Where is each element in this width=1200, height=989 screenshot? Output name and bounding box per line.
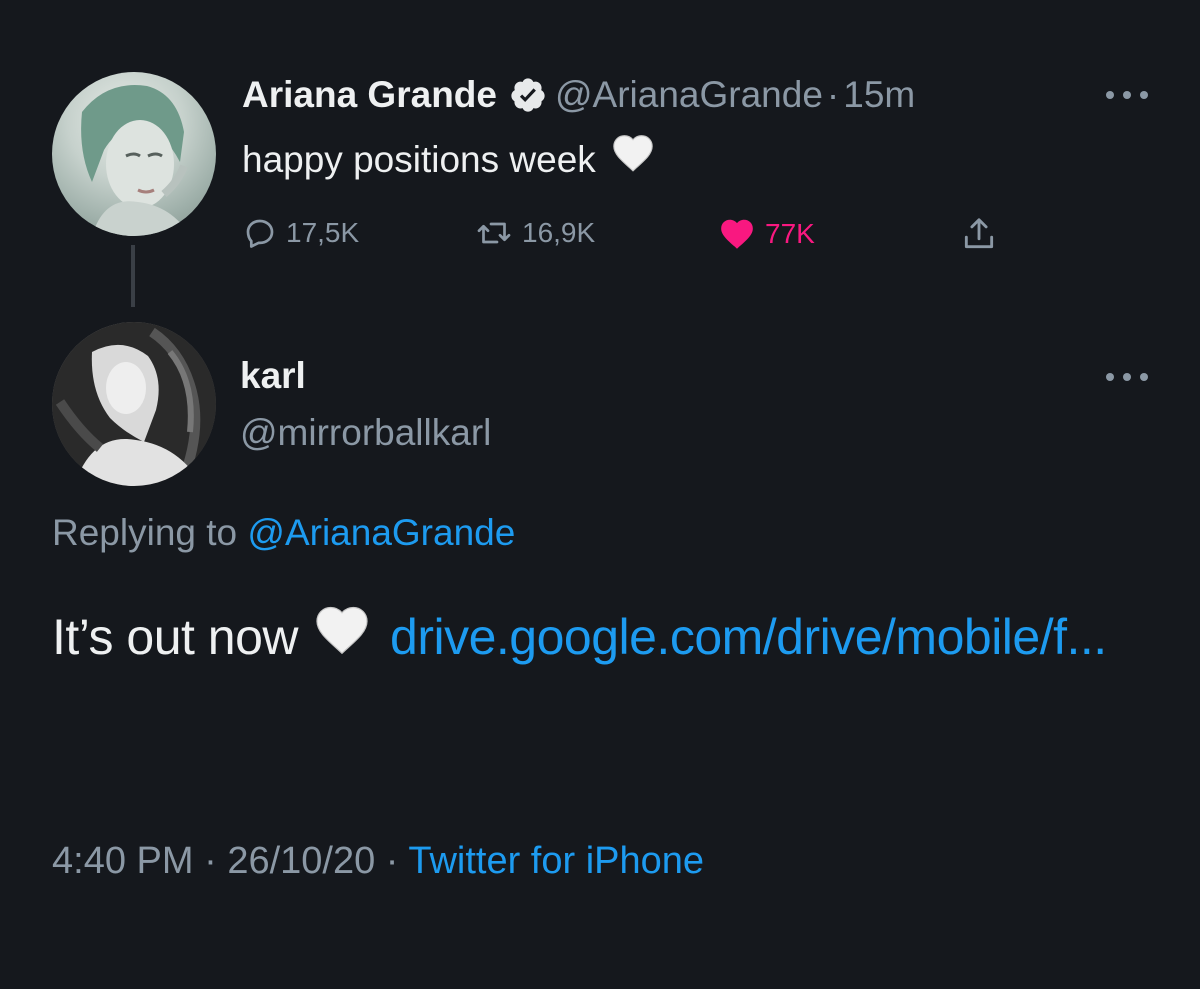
tweet-time[interactable]: 15m [843, 72, 915, 118]
like-action[interactable]: 77K [717, 215, 815, 253]
reply-more-options-icon[interactable] [1106, 372, 1148, 382]
replying-prefix: Replying to [52, 512, 238, 553]
verified-badge-icon [509, 76, 547, 114]
reply-avatar[interactable] [52, 322, 216, 486]
drive-link[interactable]: drive.google.com/drive/mobile/f... [390, 609, 1107, 665]
reply-action[interactable]: 17,5K [242, 215, 359, 251]
reply-time: 4:40 PM [52, 840, 194, 882]
tweet-text: happy positions week [242, 130, 656, 189]
white-heart-emoji-icon [610, 130, 656, 189]
header-separator: · [826, 74, 840, 115]
heart-icon [721, 219, 753, 249]
reply-avatar-portrait-image [52, 322, 216, 486]
replying-mention-link[interactable]: @ArianaGrande [247, 512, 515, 553]
author-name[interactable]: Ariana Grande [242, 72, 497, 118]
reply-date: 26/10/20 [227, 840, 376, 882]
retweet-icon [477, 222, 511, 244]
thread-connector-line [131, 245, 135, 307]
reply-tweet-text: It’s out now drive.google.com/drive/mobil… [52, 592, 1162, 688]
share-icon [964, 218, 994, 249]
replying-to: Replying to @ArianaGrande [52, 512, 515, 554]
avatar[interactable] [52, 72, 216, 236]
reply-count: 17,5K [286, 217, 360, 248]
like-count: 77K [765, 218, 815, 249]
author-handle[interactable]: @ArianaGrande [555, 72, 823, 118]
retweet-count: 16,9K [522, 217, 596, 248]
reply-meta: 4:40 PM · 26/10/20 · Twitter for iPhone [52, 840, 704, 883]
tweet-source-link[interactable]: Twitter for iPhone [408, 840, 704, 882]
meta-separator: · [385, 840, 399, 882]
tweet-text-content: happy positions week [242, 138, 596, 180]
meta-separator: · [204, 840, 217, 882]
avatar-portrait-image [81, 85, 190, 236]
reply-bubble-icon [246, 219, 274, 248]
reply-author-name[interactable]: karl [240, 355, 306, 397]
reply-text-content: It’s out now [52, 609, 299, 665]
white-heart-emoji-icon [312, 598, 372, 688]
original-tweet[interactable]: Ariana Grande @ArianaGrande · 15m happy … [0, 0, 1200, 320]
more-options-icon[interactable] [1106, 90, 1148, 100]
tweet-header: Ariana Grande @ArianaGrande · 15m [242, 72, 915, 118]
retweet-action[interactable]: 16,9K [474, 215, 595, 251]
share-action[interactable] [960, 215, 998, 253]
reply-author-handle[interactable]: @mirrorballkarl [240, 412, 491, 454]
tweet-actions: 17,5K 16,9K 77K [242, 215, 1042, 263]
